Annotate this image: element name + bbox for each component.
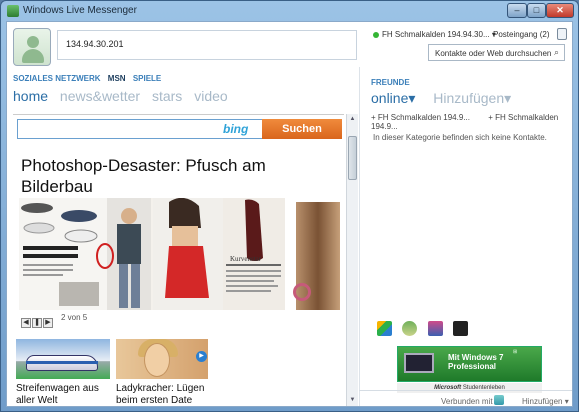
circle-annotation-icon bbox=[293, 283, 311, 301]
bing-search-input[interactable]: bing Suchen bbox=[17, 119, 342, 139]
search-input[interactable]: Kontakte oder Web durchsuchen ⌕ bbox=[428, 44, 565, 61]
maximize-button[interactable]: □ bbox=[527, 3, 546, 18]
content-tabs: home news&wetter stars video bbox=[13, 88, 236, 104]
windows-logo-icon: ⊞ bbox=[513, 349, 518, 355]
network-icon[interactable] bbox=[494, 395, 504, 405]
window-title: Windows Live Messenger bbox=[23, 5, 137, 16]
games-icon[interactable] bbox=[402, 321, 418, 336]
black-app-icon[interactable] bbox=[453, 321, 469, 336]
ad-line-2: Professional bbox=[448, 362, 497, 371]
connected-label: Verbunden mit bbox=[441, 397, 493, 406]
client-area: 134.94.30.201 FH Schmalkalden 194.94.30.… bbox=[6, 21, 573, 407]
friends-heading: FREUNDE bbox=[371, 78, 410, 87]
scroll-up-arrow-icon[interactable]: ▲ bbox=[348, 116, 357, 125]
next-slide-button[interactable]: ▶ bbox=[43, 318, 53, 328]
butterfly-icon[interactable] bbox=[377, 321, 392, 336]
tab-home[interactable]: home bbox=[13, 88, 48, 104]
search-icon[interactable]: ⌕ bbox=[554, 47, 559, 58]
minimize-button[interactable]: – bbox=[507, 3, 527, 18]
ad-line-1: Mit Windows 7 bbox=[448, 353, 504, 362]
slide-counter: 2 von 5 bbox=[61, 313, 88, 322]
online-status-icon bbox=[373, 31, 379, 38]
prev-slide-button[interactable]: ◀ bbox=[21, 318, 31, 328]
add-menu-button[interactable]: Hinzufügen ▾ bbox=[522, 397, 569, 406]
empty-category-text: In dieser Kategorie befinden sich keine … bbox=[373, 133, 547, 142]
bing-logo: bing bbox=[223, 122, 249, 136]
caption-ladykracher[interactable]: Ladykracher: Lügen beim ersten Date bbox=[116, 383, 226, 406]
caption-streifenwagen[interactable]: Streifenwagen aus aller Welt bbox=[16, 383, 110, 406]
search-button[interactable]: Suchen bbox=[262, 119, 342, 139]
tab-online[interactable]: online▾ bbox=[371, 90, 415, 106]
play-icon[interactable]: ▶ bbox=[196, 351, 207, 362]
tab-stars[interactable]: stars bbox=[152, 88, 182, 104]
friends-tabs: online▾ Hinzufügen▾ bbox=[371, 90, 511, 107]
link-soziales-netzwerk[interactable]: SOZIALES NETZWERK bbox=[13, 74, 101, 83]
search-placeholder: Kontakte oder Web durchsuchen bbox=[435, 49, 552, 58]
avatar-head-icon bbox=[27, 36, 39, 48]
avatar[interactable] bbox=[13, 28, 51, 66]
magazine-caption: Kurvenstar bbox=[230, 255, 262, 263]
laptop-icon bbox=[404, 353, 434, 373]
link-msn[interactable]: MSN bbox=[108, 74, 126, 83]
tab-hinzufuegen[interactable]: Hinzufügen▾ bbox=[433, 90, 511, 106]
contact-item[interactable]: + FH Schmalkalden 194.9... bbox=[371, 113, 478, 122]
pause-button[interactable]: ❚ bbox=[32, 318, 42, 328]
person-image bbox=[144, 343, 170, 377]
messenger-window: Windows Live Messenger – □ ✕ 134.94.30.2… bbox=[0, 0, 579, 412]
user-status[interactable]: FH Schmalkalden 194.94.30... ▾ bbox=[373, 30, 496, 39]
windows7-ad-banner[interactable]: Mit Windows 7 Professional ⊞ bbox=[397, 346, 542, 382]
contact-list: + FH Schmalkalden 194.9... + FH Schmalka… bbox=[371, 113, 572, 131]
settings-icon[interactable] bbox=[557, 28, 567, 40]
scroll-down-arrow-icon[interactable]: ▼ bbox=[348, 397, 357, 406]
status-bar: Verbunden mit Hinzufügen ▾ bbox=[359, 390, 572, 406]
photo-app-icon[interactable] bbox=[427, 321, 443, 336]
news-content: bing Suchen Photoshop-Desaster: Pfusch a… bbox=[13, 114, 344, 406]
magazine-collage bbox=[19, 198, 285, 310]
title-bar[interactable]: Windows Live Messenger – □ ✕ bbox=[1, 1, 578, 21]
social-links: SOZIALES NETZWERK MSN SPIELE bbox=[13, 74, 166, 83]
slideshow-image[interactable]: Kurvenstar bbox=[19, 198, 285, 310]
thumbnail-police-car[interactable] bbox=[16, 339, 110, 379]
messenger-logo-icon bbox=[7, 5, 19, 17]
inbox-link[interactable]: Posteingang (2) bbox=[493, 30, 549, 39]
headline[interactable]: Photoshop-Desaster: Pfusch am Bilderbau bbox=[21, 155, 321, 197]
app-icons bbox=[377, 321, 474, 341]
thumbnail-ladykracher[interactable] bbox=[116, 339, 208, 379]
scroll-thumb[interactable] bbox=[348, 136, 357, 180]
tab-news-wetter[interactable]: news&wetter bbox=[60, 88, 140, 104]
tab-video[interactable]: video bbox=[194, 88, 227, 104]
close-button[interactable]: ✕ bbox=[546, 3, 574, 18]
user-status-label: FH Schmalkalden 194.94.30... bbox=[382, 30, 490, 39]
slideshow-controls: ◀ ❚ ▶ bbox=[21, 311, 54, 329]
status-message-field[interactable]: 134.94.30.201 bbox=[57, 30, 357, 60]
panel-divider bbox=[359, 67, 360, 406]
content-scrollbar[interactable]: ▲ ▼ bbox=[346, 114, 358, 406]
link-spiele[interactable]: SPIELE bbox=[133, 74, 161, 83]
avatar-body-icon bbox=[22, 49, 44, 63]
